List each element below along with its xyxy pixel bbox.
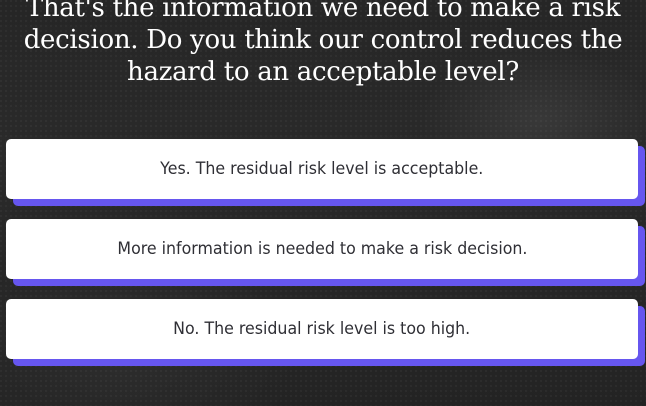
question-text: That's the information we need to make a… — [23, 0, 623, 87]
answer-list: Yes. The residual risk level is acceptab… — [6, 139, 638, 379]
answer-label: Yes. The residual risk level is acceptab… — [160, 159, 484, 179]
answer-label: More information is needed to make a ris… — [116, 239, 527, 259]
answer-option-more-information[interactable]: More information is needed to make a ris… — [6, 219, 638, 279]
answer-label: No. The residual risk level is too high. — [173, 319, 471, 339]
answer-option-acceptable[interactable]: Yes. The residual risk level is acceptab… — [6, 139, 638, 199]
answer-option-too-high[interactable]: No. The residual risk level is too high. — [6, 299, 638, 359]
